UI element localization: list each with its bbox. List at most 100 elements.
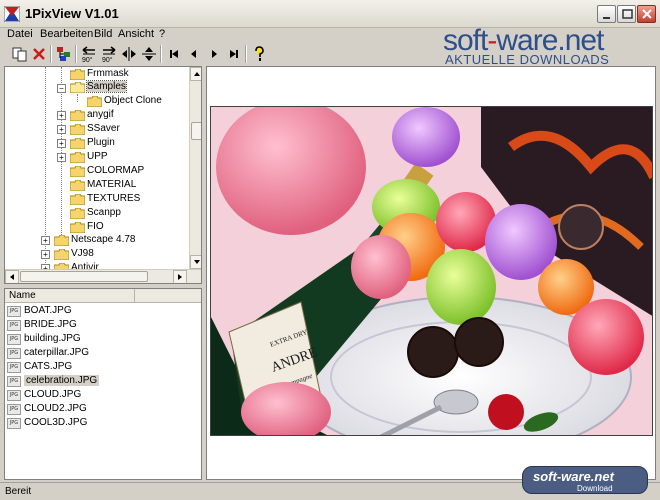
scroll-thumb[interactable] [20,271,148,282]
tree-horizontal-scrollbar[interactable] [5,269,201,283]
tree-vertical-scrollbar[interactable] [189,67,201,269]
jpg-file-icon: JPG [7,404,21,415]
expand-icon[interactable]: + [57,111,66,120]
scroll-left-button[interactable] [5,270,19,283]
tree-item-anygif[interactable]: anygif [87,109,114,120]
file-name: building.JPG [24,333,81,344]
next-image-button[interactable] [204,44,224,64]
toolbar-separator [160,45,162,63]
jpg-file-icon: JPG [7,334,21,345]
tree-item-frmmask[interactable]: Frmmask [87,68,129,79]
delete-button[interactable] [29,44,49,64]
menu-bearbeiten[interactable]: Bearbeiten [40,28,93,40]
tree-item-textures[interactable]: TEXTURES [87,193,140,204]
tree-item-fio[interactable]: FIO [87,221,104,232]
scroll-right-button[interactable] [173,270,187,283]
file-name: caterpillar.JPG [24,347,90,358]
folder-icon [70,222,85,233]
app-icon [4,6,20,22]
window-title: 1PixView V1.01 [25,6,119,21]
flip-vertical-button[interactable] [139,44,159,64]
tree-item-netscape[interactable]: Netscape 4.78 [71,234,136,245]
folder-tree[interactable]: Frmmask − Samples Object Clone + anygif … [4,66,202,284]
menu-bar: Datei Bearbeiten Bild Ansicht ? [0,28,440,42]
file-name: CATS.JPG [24,361,73,372]
copy-button[interactable] [10,44,30,64]
last-image-button[interactable] [224,44,244,64]
folder-icon [70,69,85,80]
jpg-file-icon: JPG [7,348,21,359]
file-name: CLOUD.JPG [24,389,82,400]
file-name: celebration.JPG [24,375,100,386]
scroll-up-button[interactable] [190,67,201,81]
tree-item-samples[interactable]: Samples [86,80,127,93]
tree-item-ssaver[interactable]: SSaver [87,123,120,134]
folder-icon [70,138,85,149]
file-name: BRIDE.JPG [24,319,77,330]
toolbar-separator [75,45,77,63]
tree-item-plugin[interactable]: Plugin [87,137,115,148]
file-list[interactable]: Name JPG BOAT.JPG JPG BRIDE.JPG JPG building.… [4,288,202,480]
folder-icon [70,180,85,191]
first-icon [170,50,178,58]
next-icon [212,50,217,58]
rotate-right-button[interactable]: 90° [99,44,119,64]
first-image-button[interactable] [164,44,184,64]
previous-icon [191,50,196,58]
folder-icon [87,96,102,107]
folder-icon [54,249,69,260]
scroll-down-button[interactable] [190,255,201,269]
open-folder-icon [70,82,85,93]
tree-item-colormap[interactable]: COLORMAP [87,165,144,176]
flip-horizontal-icon [122,47,136,61]
expand-icon[interactable]: + [57,153,66,162]
file-name: BOAT.JPG [24,305,72,316]
tree-item-scanpp[interactable]: Scanpp [87,207,121,218]
previous-image-button[interactable] [184,44,204,64]
rotate-right-label: 90° [102,57,113,64]
expand-icon[interactable]: + [41,236,50,245]
expand-icon[interactable]: + [57,125,66,134]
jpg-file-icon: JPG [7,376,21,387]
tree-item-vj98[interactable]: VJ98 [71,248,94,259]
jpg-file-icon: JPG [7,418,21,429]
menu-datei[interactable]: Datei [7,28,33,40]
status-text: Bereit [5,486,32,497]
toolbar: 90° 90° [0,43,660,65]
close-button[interactable] [637,5,656,23]
flip-vertical-icon [142,47,156,61]
tree-item-material[interactable]: MATERIAL [87,179,136,190]
tree-item-object-clone[interactable]: Object Clone [104,95,162,106]
help-button[interactable] [249,44,269,64]
jpg-file-icon: JPG [7,306,21,317]
tree-view-button[interactable] [54,44,74,64]
menu-ansicht[interactable]: Ansicht [118,28,154,40]
toolbar-separator [245,45,247,63]
copy-icon [12,47,27,62]
jpg-file-icon: JPG [7,320,21,331]
list-header: Name [5,289,201,303]
folder-icon [70,194,85,205]
delete-icon [33,48,45,60]
menu-help[interactable]: ? [159,28,165,40]
folder-icon [70,124,85,135]
expand-icon[interactable]: + [41,250,50,259]
maximize-button[interactable] [617,5,636,23]
expand-icon[interactable]: + [57,139,66,148]
badge-subtitle: Download [577,484,613,493]
folder-icon [70,208,85,219]
column-header-name[interactable]: Name [5,289,135,303]
scroll-thumb[interactable] [191,122,201,140]
minimize-button[interactable] [597,5,616,23]
celebration-photo: ANDRE EXTRA DRY Champagne [211,107,652,435]
menu-bild[interactable]: Bild [94,28,112,40]
rotate-left-label: 90° [82,57,93,64]
flip-horizontal-button[interactable] [119,44,139,64]
rotate-left-button[interactable]: 90° [79,44,99,64]
badge-title: soft-ware.net [533,469,614,484]
collapse-icon[interactable]: − [57,84,66,93]
watermark-badge: soft-ware.net Download [522,466,648,494]
jpg-file-icon: JPG [7,390,21,401]
tree-icon [57,47,70,61]
tree-item-upp[interactable]: UPP [87,151,108,162]
